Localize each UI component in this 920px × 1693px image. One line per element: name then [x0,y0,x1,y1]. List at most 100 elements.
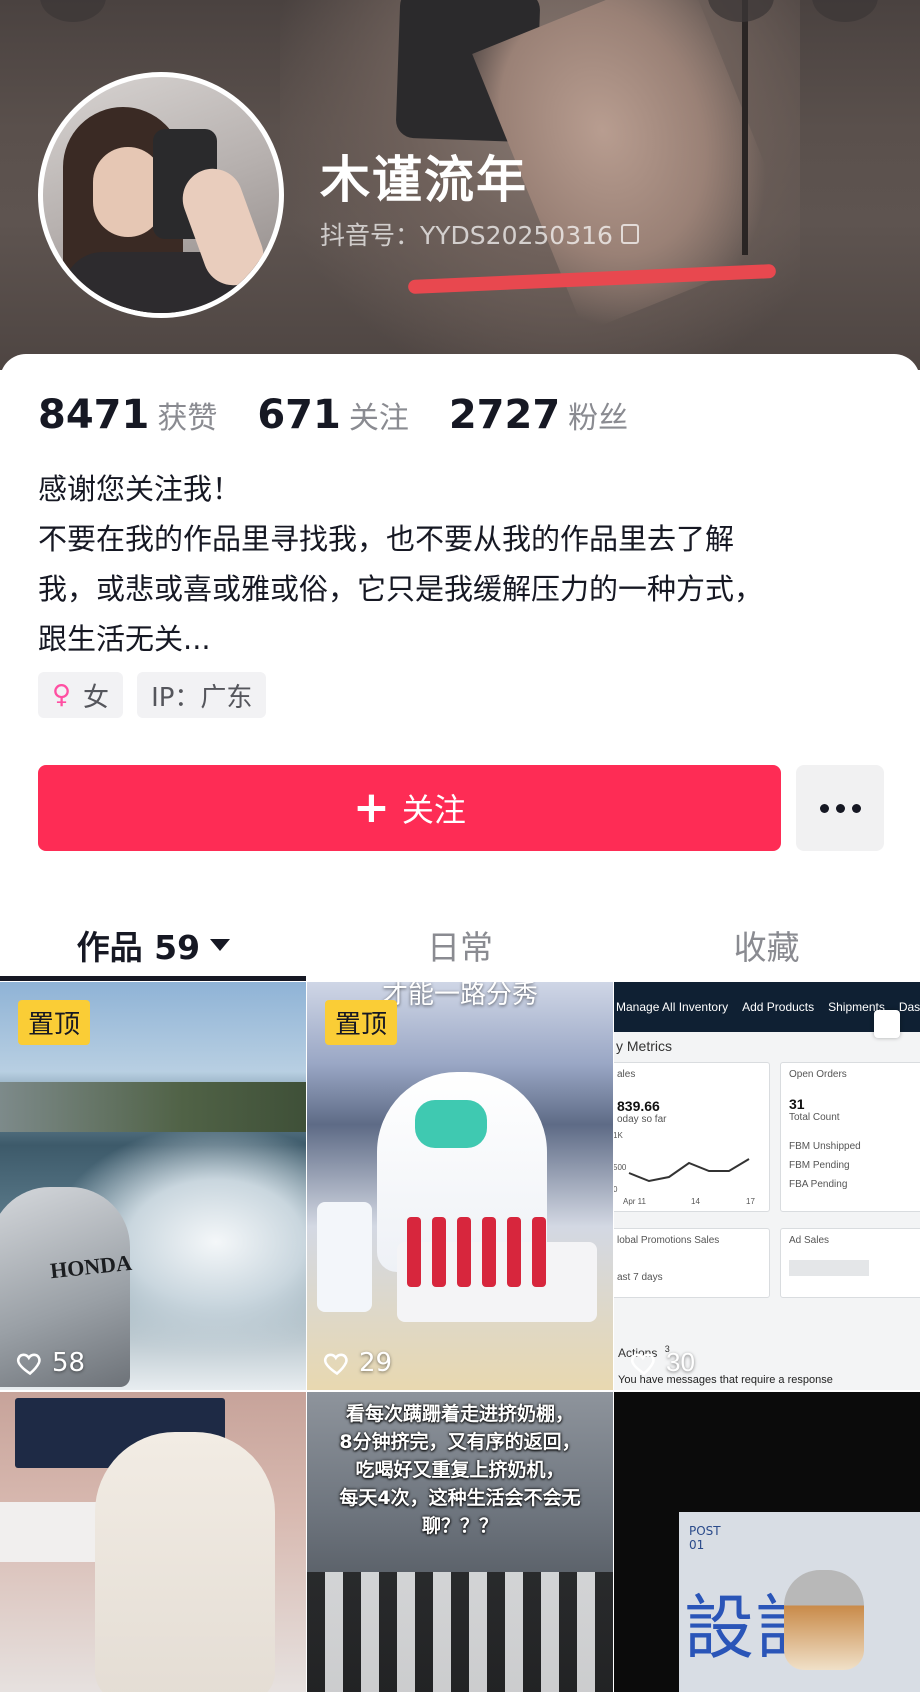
bio-line: 感谢您关注我！ [38,472,242,506]
video-thumbnail[interactable]: HONDA 置顶 58 [0,982,306,1390]
heart-icon [323,1353,348,1376]
heart-icon [16,1353,41,1376]
like-count-value: 29 [359,1348,393,1378]
promotions-panel: lobal Promotions Sales ast 7 days [614,1228,770,1298]
bio: 感谢您关注我！ 不要在我的作品里寻找我，也不要从我的作品里去了解 我，或悲或喜或… [38,464,868,664]
like-count: 58 [16,1348,85,1378]
copy-icon[interactable] [620,224,639,244]
ip-tag: IP：广东 [137,672,267,718]
like-count-value: 30 [666,1347,695,1377]
orders-value: 31 [789,1096,805,1112]
tube-rack-image [397,1242,597,1322]
follow-button-label: 关注 [401,791,466,829]
video-thumbnail[interactable]: 看每次蹒跚着走进挤奶棚， 8分钟挤完，又有序的返回， 吃喝好又重复上挤奶机， 每… [307,1392,613,1692]
axis-tick: 14 [691,1197,700,1206]
fbm-pending: FBM Pending [789,1160,850,1171]
face-shield-image [415,1100,487,1148]
stat-likes[interactable]: 8471 获赞 [38,392,217,438]
heart-icon [630,1353,655,1375]
sales-panel: ales 839.66 oday so far 1K 500 0 Apr 11 … [614,1062,770,1212]
caption-line: 吃喝好又重复上挤奶机， [355,1459,565,1481]
more-options-button[interactable] [812,0,878,22]
stat-followers-value: 2727 [448,392,561,438]
pinned-badge: 置顶 [325,1000,398,1045]
female-icon: ♀ [52,680,72,710]
dashboard-toggle-icon [874,1010,900,1038]
plus-icon: + [353,782,390,833]
pinned-badge: 置顶 [18,1000,91,1045]
stat-likes-value: 8471 [38,392,150,438]
stat-following-label: 关注 [348,401,409,436]
poster-post-label: POST [689,1524,721,1538]
nickname: 木谨流年 [320,151,528,209]
axis-tick: 0 [614,1185,618,1194]
tab-favorites-label: 收藏 [733,928,800,967]
more-dot [819,803,829,813]
dashboard-nav-item: Add Products [742,1000,815,1014]
avatar[interactable] [38,72,284,318]
axis-tick: 17 [746,1197,755,1206]
axis-tick: Apr 11 [623,1197,646,1206]
back-button[interactable] [40,0,106,22]
stat-following[interactable]: 671 关注 [257,392,409,438]
gender-tag-label: 女 [83,682,110,713]
content-tabs: 作品 59 日常 收藏 [0,909,920,981]
like-count: 29 [323,1348,392,1378]
test-tube-image [507,1217,521,1287]
promotions-label: lobal Promotions Sales [617,1235,720,1246]
tab-works[interactable]: 作品 59 [0,909,307,981]
ad-sales-panel: Ad Sales [780,1228,920,1298]
tab-daily[interactable]: 日常 [307,909,614,981]
ad-sales-placeholder [789,1260,869,1276]
follow-button[interactable]: + 关注 [38,765,781,851]
douyin-id[interactable]: 抖音号：YYDS20250316 [320,216,639,252]
test-tube-image [432,1217,446,1287]
caption-line: 看每次蹒跚着走进挤奶棚， [345,1403,574,1425]
douyin-id-text: 抖音号：YYDS20250316 [320,221,613,250]
orders-label: Open Orders [789,1069,847,1080]
stats-row: 8471 获赞 671 关注 2727 粉丝 [38,392,668,438]
profile-card: 8471 获赞 671 关注 2727 粉丝 感谢您关注我！ 不要在我的作品里寻… [0,354,920,1693]
ip-tag-label: IP：广东 [151,682,253,713]
like-count: 30 [630,1347,695,1378]
sales-sparkline [628,1158,750,1183]
tab-works-label: 作品 59 [76,928,201,967]
gender-tag: ♀ 女 [38,672,124,718]
caret-down-icon [210,939,231,951]
sales-sub: oday so far [617,1114,667,1125]
more-dot [835,803,845,813]
test-tube-image [407,1217,421,1287]
active-tab-indicator [0,976,306,981]
video-thumbnail[interactable] [0,1392,306,1692]
like-count-value: 58 [52,1348,86,1378]
profile-tags: ♀ 女 IP：广东 [38,672,267,718]
tab-favorites[interactable]: 收藏 [613,909,920,981]
dashboard-heading: y Metrics [616,1038,672,1054]
bottle-image [317,1202,372,1312]
cows-image [307,1572,613,1692]
more-icon[interactable] [796,765,884,851]
poster-label: POST 01 [689,1524,721,1552]
stat-likes-label: 获赞 [157,401,218,436]
fbm-unshipped: FBM Unshipped [789,1141,861,1152]
video-grid: HONDA 置顶 58 才能一路分秀 置顶 29 Manage All Inve… [0,982,920,1692]
more-dot [851,803,861,813]
axis-tick: 500 [614,1163,627,1172]
bio-line: 我，或悲或喜或雅或俗，它只是我缓解压力的一种方式， [38,572,764,606]
profile-banner: 木谨流年 抖音号：YYDS20250316 [0,0,920,370]
bio-line: 不要在我的作品里寻找我，也不要从我的作品里去了解 [38,522,735,556]
caption-line: 8分钟挤完，又有序的返回， [339,1431,581,1453]
tab-daily-label: 日常 [427,928,493,967]
test-tube-image [457,1217,471,1287]
test-tube-image [482,1217,496,1287]
stat-followers[interactable]: 2727 粉丝 [449,392,628,438]
test-tube-image [532,1217,546,1287]
white-dog-image [95,1432,275,1692]
video-thumbnail[interactable]: 才能一路分秀 置顶 29 [307,982,613,1390]
caption-line: 聊？？？ [421,1515,498,1537]
sales-label: ales [617,1069,636,1080]
video-thumbnail[interactable]: Manage All Inventory Add Products Shipme… [614,982,920,1390]
dashboard-nav-item: Dash [898,1000,920,1014]
video-thumbnail[interactable]: POST 01 設計 [614,1392,920,1692]
caption-line: 每天4次，这种生活会不会无 [339,1487,581,1509]
